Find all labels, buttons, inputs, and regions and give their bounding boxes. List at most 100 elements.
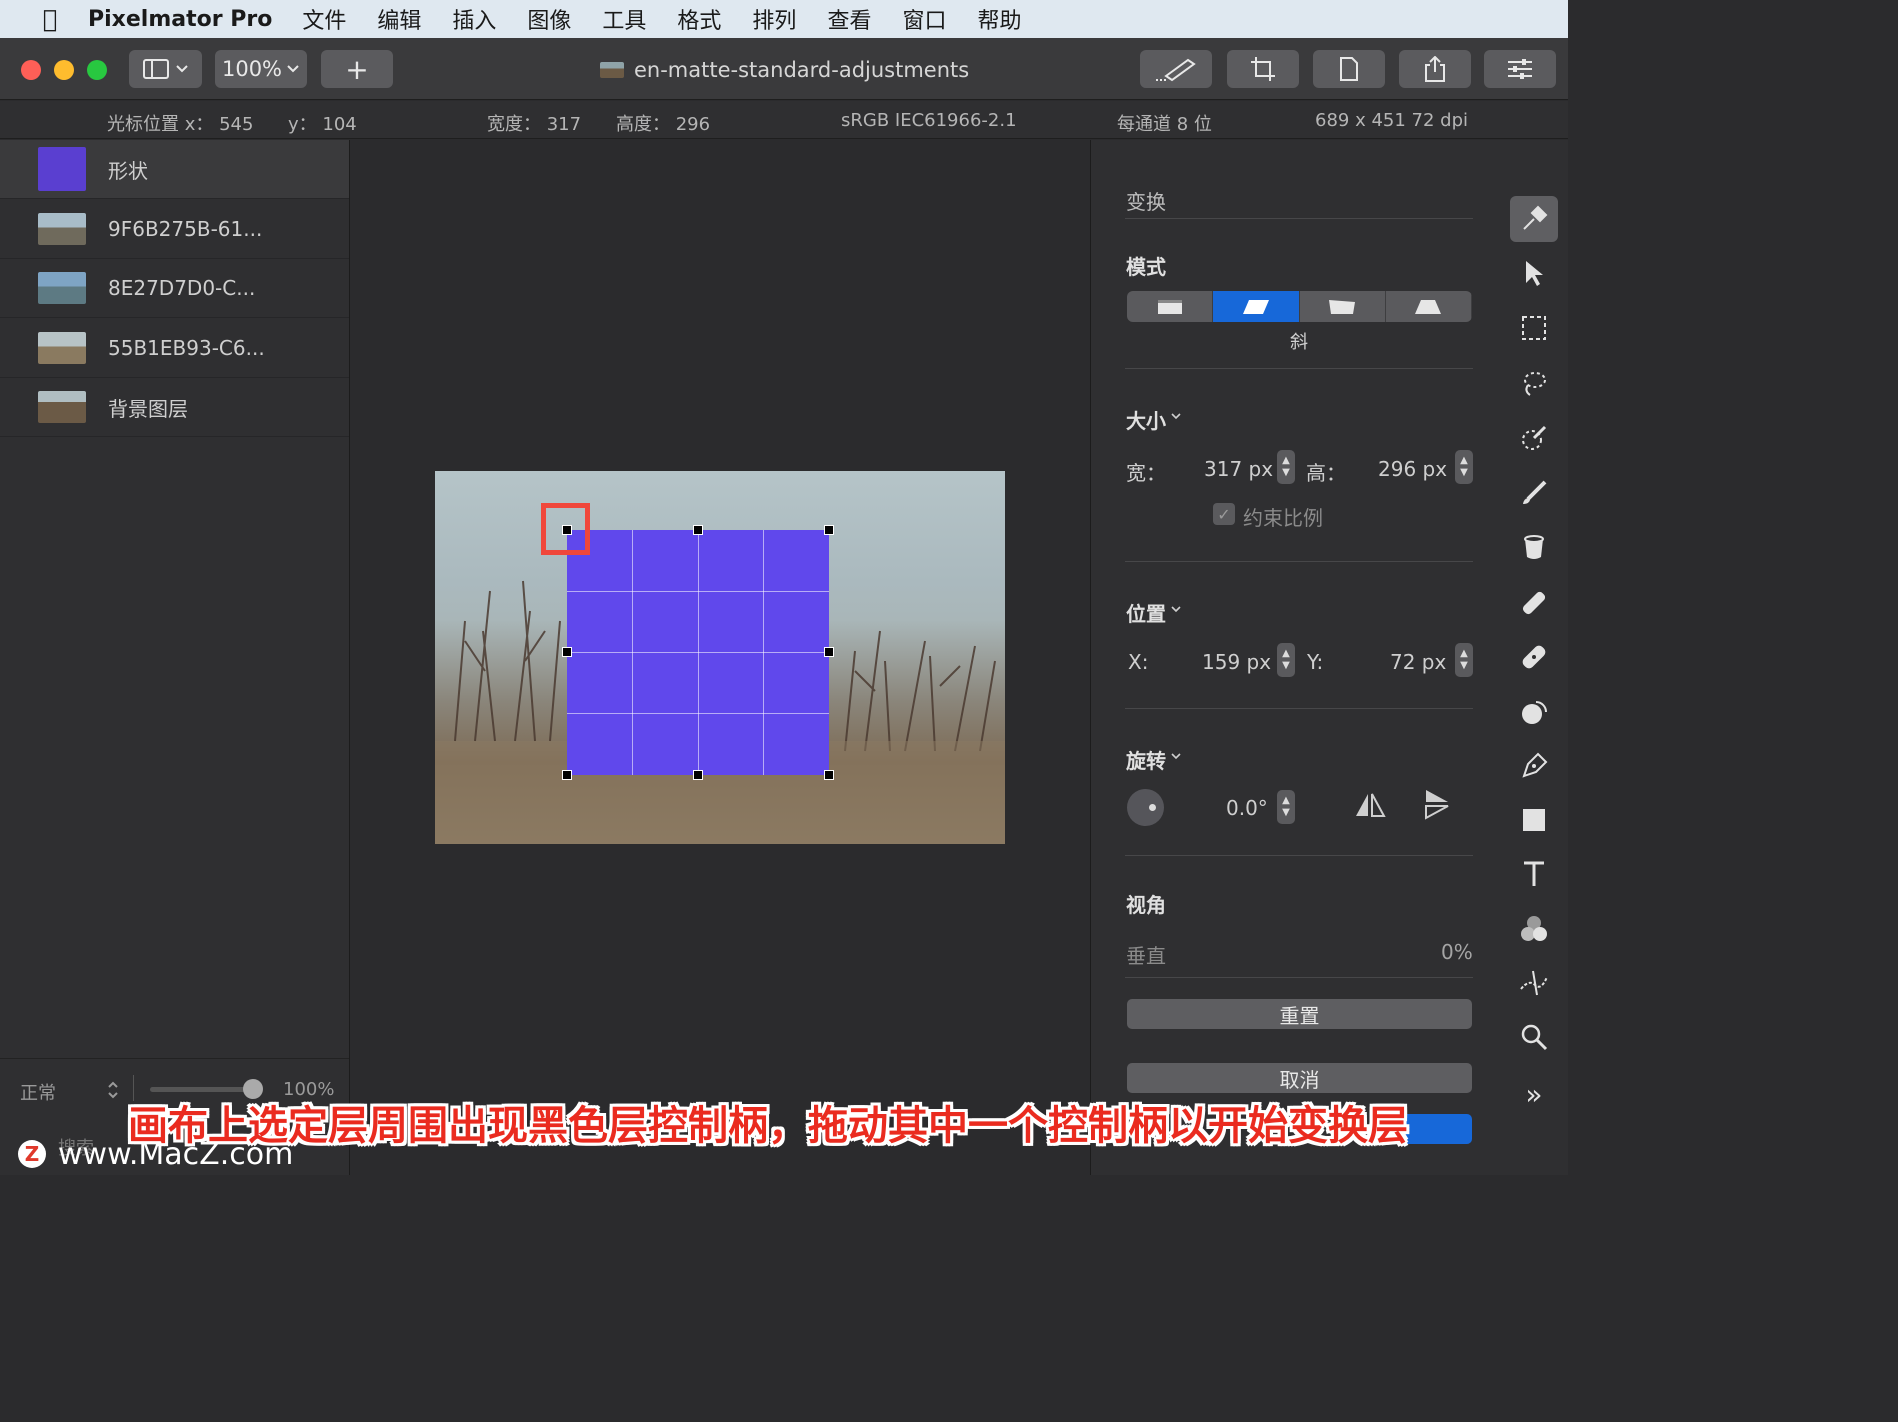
y-field[interactable]: 72 px (1390, 650, 1446, 674)
type-tool-icon[interactable] (1510, 851, 1558, 897)
crop-icon (1251, 57, 1275, 81)
size-label[interactable]: 大小 (1126, 405, 1166, 434)
menu-tools[interactable]: 工具 (602, 3, 646, 35)
document-icon (1340, 57, 1358, 81)
vertical-value[interactable]: 0% (1441, 940, 1473, 964)
rect-select-icon[interactable] (1510, 305, 1558, 351)
mode-label: 模式 (1126, 255, 1166, 279)
arrow-pointer-icon[interactable] (1510, 250, 1558, 296)
constrain-label: 约束比例 (1243, 506, 1323, 530)
height-field[interactable]: 296 px (1378, 457, 1447, 481)
arrange-tool-icon[interactable] (1510, 196, 1558, 242)
position-label[interactable]: 位置 (1126, 598, 1166, 627)
transform-handle-bottom-right[interactable] (824, 770, 834, 780)
width-field[interactable]: 317 px (1204, 457, 1273, 481)
adjustments-button[interactable] (1484, 50, 1556, 88)
cancel-button[interactable]: 取消 (1127, 1063, 1472, 1093)
menu-window[interactable]: 窗口 (902, 3, 946, 35)
flip-vertical-icon[interactable] (1422, 788, 1452, 820)
pen-tool-icon[interactable] (1510, 743, 1558, 789)
blend-mode-select[interactable]: 正常 (20, 1079, 56, 1105)
menu-help[interactable]: 帮助 (977, 3, 1021, 35)
close-window-button[interactable] (21, 60, 41, 80)
menu-format[interactable]: 格式 (677, 3, 721, 35)
magic-select-icon[interactable] (1510, 415, 1558, 461)
layer-thumbnail (38, 272, 86, 304)
transform-handle-left[interactable] (562, 647, 572, 657)
distort-tool-icon[interactable] (1510, 960, 1558, 1006)
rotation-label[interactable]: 旋转 (1126, 745, 1166, 774)
sidebar-toggle-button[interactable] (129, 50, 202, 88)
transform-handle-top-right[interactable] (824, 525, 834, 535)
more-tools-icon[interactable]: » (1510, 1071, 1558, 1117)
transform-handle-top[interactable] (693, 525, 703, 535)
rectangle-icon (1157, 299, 1182, 314)
rotation-dial[interactable] (1127, 789, 1164, 826)
document-thumbnail (600, 62, 624, 78)
layer-item[interactable]: 8E27D7D0-C... (0, 259, 349, 318)
zoom-select[interactable]: 100% (215, 50, 307, 88)
mode-perspective-button[interactable] (1386, 291, 1472, 322)
clone-icon[interactable] (1510, 689, 1558, 735)
menu-app-name[interactable]: Pixelmator Pro (88, 7, 272, 32)
mode-skew-button[interactable] (1213, 291, 1300, 322)
x-stepper[interactable]: ▲ ▼ (1277, 643, 1295, 677)
rotation-stepper[interactable]: ▲ ▼ (1277, 790, 1295, 824)
crop-button[interactable] (1227, 50, 1299, 88)
bandage-icon[interactable] (1510, 634, 1558, 680)
more-tools-glyph: » (1525, 1077, 1543, 1111)
info-bar: 光标位置 x： 545 y： 104 宽度： 317 高度： 296 sRGB … (0, 101, 1568, 139)
sliders-icon (1508, 59, 1532, 79)
bit-depth-readout: 每通道 8 位 (1117, 114, 1212, 135)
document-title-bar: en-matte-standard-adjustments (600, 56, 1000, 84)
layer-item[interactable]: 55B1EB93-C6... (0, 319, 349, 378)
layer-item[interactable]: 背景图层 (0, 378, 349, 437)
plus-icon: + (345, 52, 369, 86)
transform-handle-bottom[interactable] (693, 770, 703, 780)
layer-thumbnail (38, 213, 86, 245)
transform-handle-bottom-left[interactable] (562, 770, 572, 780)
height-stepper[interactable]: ▲ ▼ (1455, 450, 1473, 484)
layer-name: 55B1EB93-C6... (108, 336, 265, 360)
sidebar-icon (142, 59, 169, 79)
menu-insert[interactable]: 插入 (452, 3, 496, 35)
mode-scale-button[interactable] (1127, 291, 1214, 322)
perspective-label: 视角 (1126, 893, 1166, 917)
minimize-window-button[interactable] (54, 60, 74, 80)
menu-arrange[interactable]: 排列 (752, 3, 796, 35)
reset-button[interactable]: 重置 (1127, 999, 1472, 1029)
up-down-chevron-icon (108, 1081, 118, 1099)
width-stepper[interactable]: ▲ ▼ (1277, 450, 1295, 484)
flip-horizontal-icon[interactable] (1354, 790, 1386, 820)
transform-handle-right[interactable] (824, 647, 834, 657)
menu-file[interactable]: 文件 (302, 3, 346, 35)
paint-bucket-icon[interactable] (1510, 524, 1558, 570)
paint-brush-icon[interactable] (1510, 470, 1558, 516)
reset-button-label: 重置 (1279, 1003, 1320, 1028)
layer-thumbnail (38, 147, 86, 191)
mode-distort-button[interactable] (1300, 291, 1386, 322)
rotation-field[interactable]: 0.0° (1226, 796, 1268, 820)
layer-item[interactable]: 形状 (0, 140, 349, 199)
color-adjust-icon[interactable] (1510, 906, 1558, 952)
menu-bar:  Pixelmator Pro 文件 编辑 插入 图像 工具 格式 排列 查看… (0, 0, 1568, 38)
constrain-checkbox[interactable]: ✓ (1213, 503, 1235, 525)
lasso-icon[interactable] (1510, 360, 1558, 406)
menu-image[interactable]: 图像 (527, 3, 571, 35)
layer-item[interactable]: 9F6B275B-61... (0, 200, 349, 259)
zoom-tool-icon[interactable] (1510, 1014, 1558, 1060)
share-button[interactable] (1399, 50, 1471, 88)
menu-view[interactable]: 查看 (827, 3, 871, 35)
inspector-title: 变换 (1126, 190, 1166, 214)
eraser-icon[interactable] (1510, 580, 1558, 626)
document-button[interactable] (1313, 50, 1385, 88)
apple-icon[interactable]:  (30, 5, 70, 33)
zoom-window-button[interactable] (87, 60, 107, 80)
x-field[interactable]: 159 px (1202, 650, 1271, 674)
tools-button[interactable] (1140, 50, 1212, 88)
add-button[interactable]: + (321, 50, 393, 88)
layers-panel: 形状 9F6B275B-61... 8E27D7D0-C... 55B1EB93… (0, 140, 350, 1175)
shape-tool-icon[interactable] (1510, 797, 1558, 843)
menu-edit[interactable]: 编辑 (377, 3, 421, 35)
y-stepper[interactable]: ▲ ▼ (1455, 643, 1473, 677)
